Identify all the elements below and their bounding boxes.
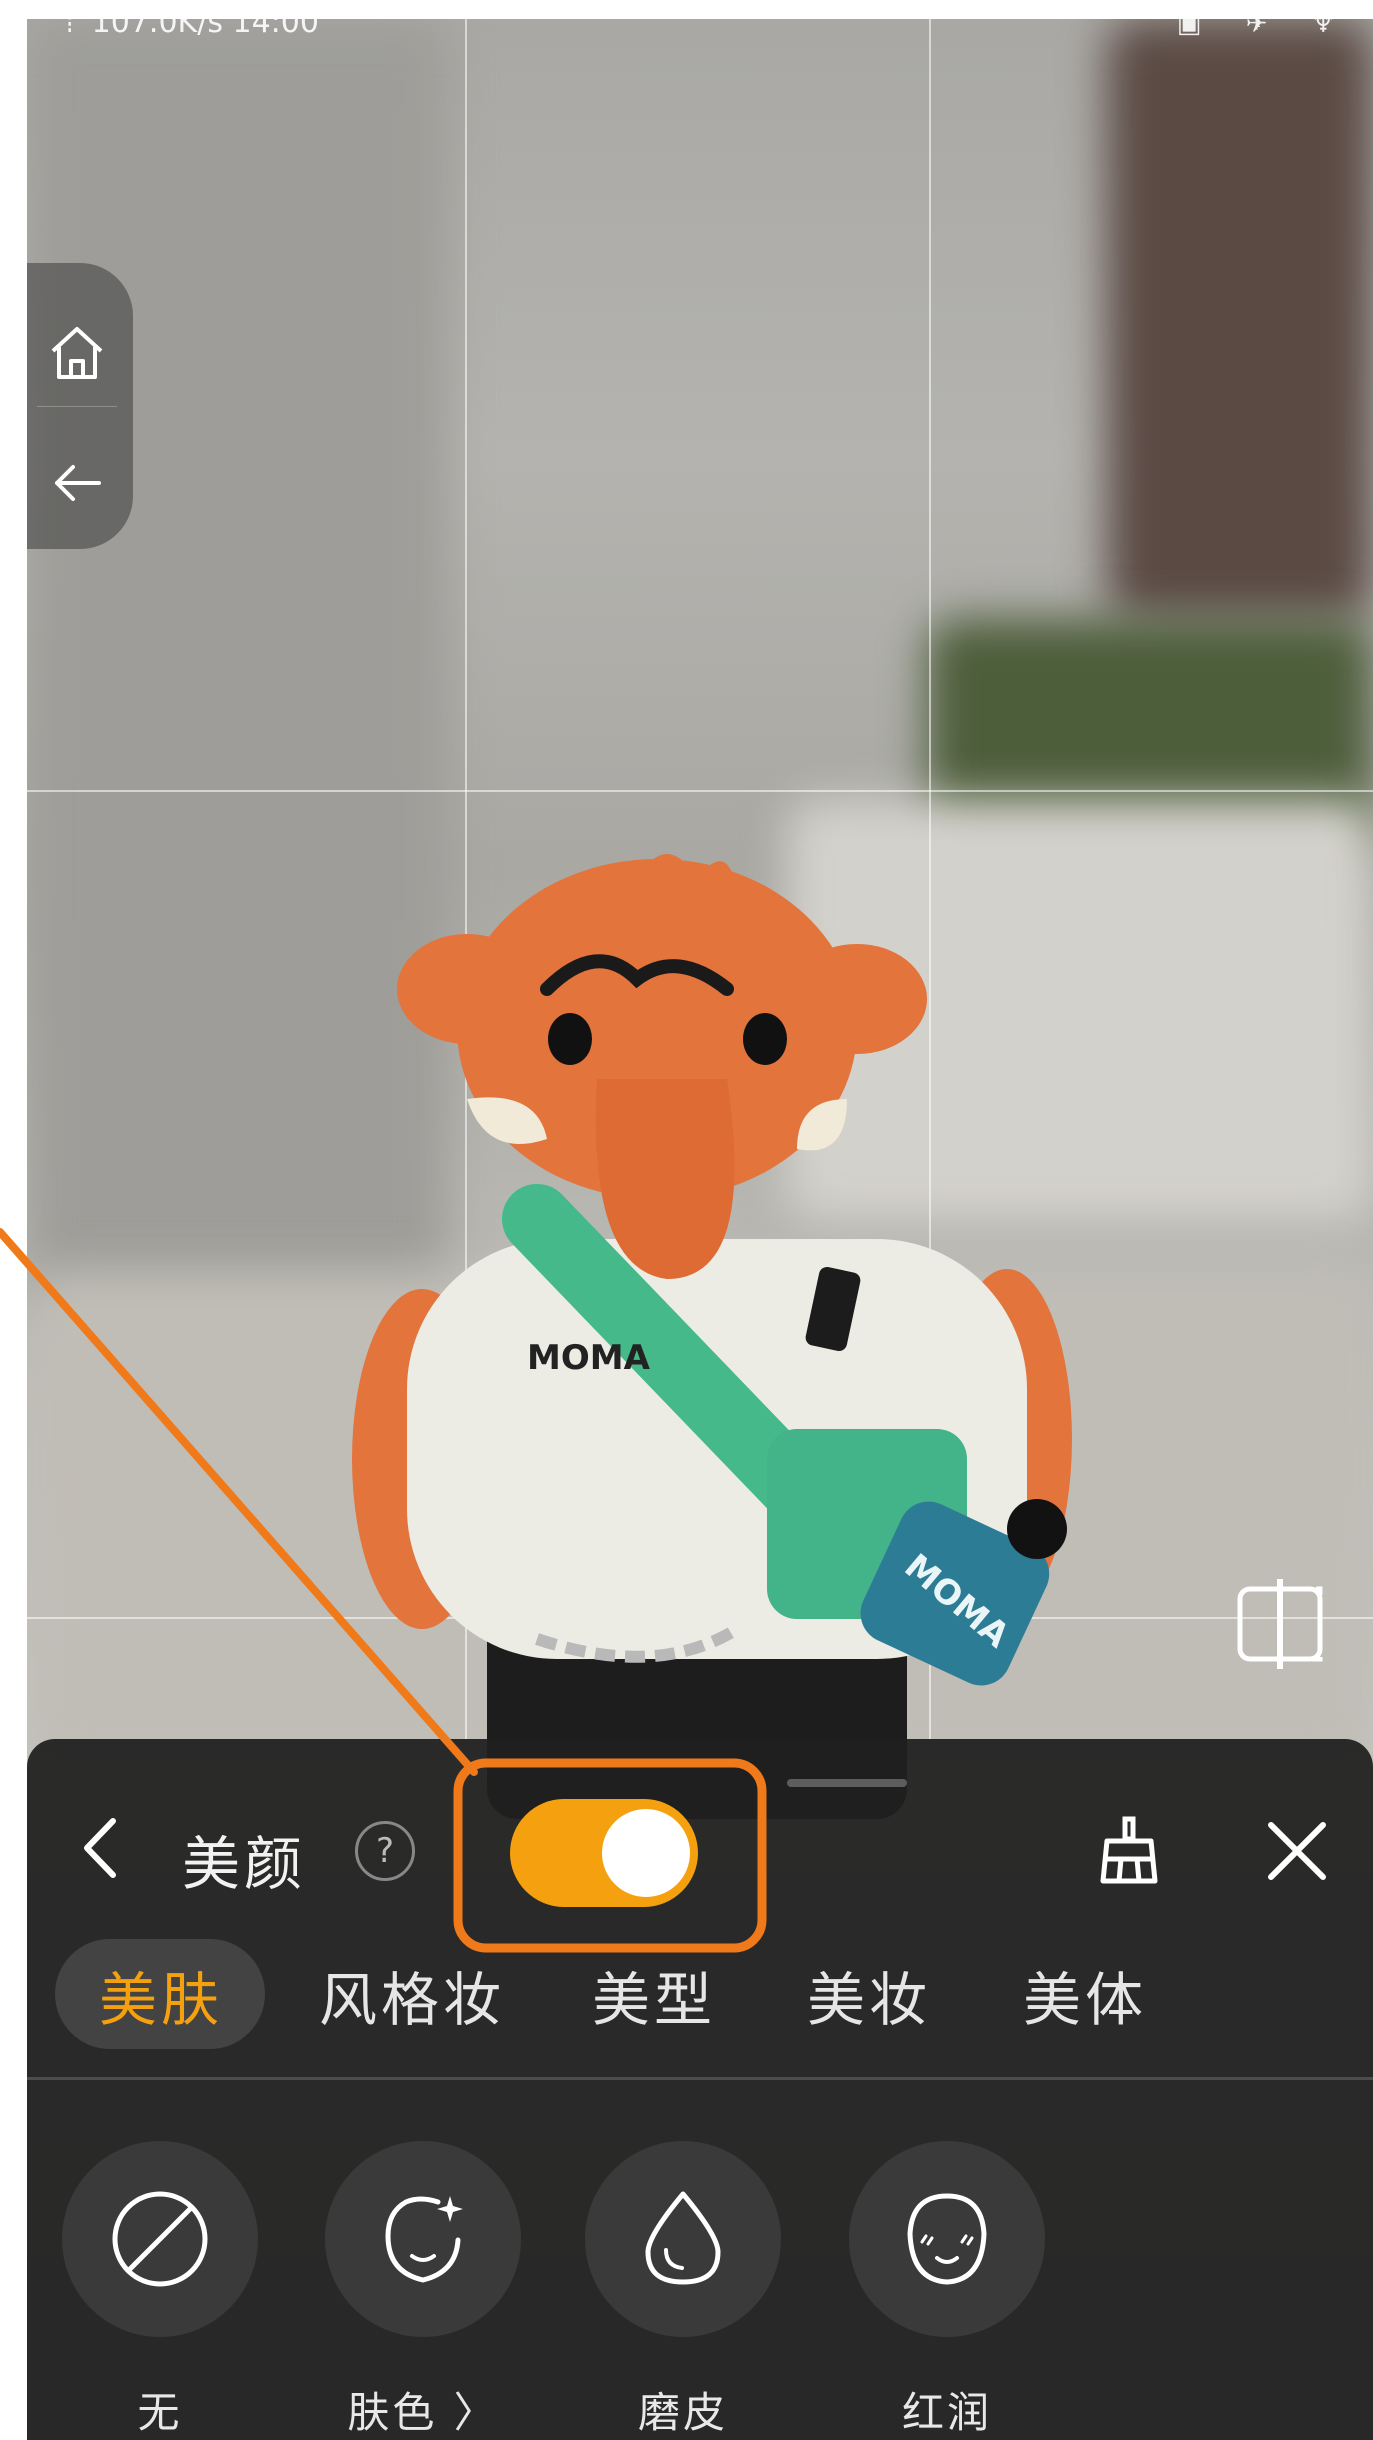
- chevron-left-icon[interactable]: [75, 1813, 125, 1883]
- option-circle: [325, 2141, 521, 2337]
- option-none[interactable]: 无: [62, 2141, 258, 2440]
- option-skin-tone[interactable]: 肤色 〉: [325, 2141, 521, 2440]
- option-label: 红润: [901, 2388, 992, 2437]
- drag-handle[interactable]: [787, 1779, 907, 1787]
- beauty-toggle[interactable]: [510, 1799, 698, 1907]
- smoothing-icon: [645, 2191, 721, 2285]
- skin-tone-icon: [385, 2196, 463, 2283]
- tab-style-makeup[interactable]: 风格妆: [319, 1953, 505, 2037]
- status-right: ▣ ✈ ♆: [1176, 19, 1353, 39]
- grid-line: [27, 790, 1373, 792]
- shirt-logo: MOMA: [527, 1338, 651, 1378]
- close-icon[interactable]: [1257, 1811, 1337, 1891]
- arrow-left-icon: [55, 465, 101, 501]
- panel-title: 美颜: [182, 1830, 307, 1898]
- broom-icon[interactable]: [1089, 1811, 1169, 1891]
- option-circle: [585, 2141, 781, 2337]
- tab-bar: 美肤 风格妆 美型 美妆 美体: [27, 1939, 1373, 2049]
- status-bar: ⇡ 107.0K/s 14:00 ▣ ✈ ♆: [27, 19, 1373, 49]
- option-label: 无: [137, 2388, 183, 2437]
- help-icon[interactable]: ?: [355, 1821, 415, 1881]
- nav-divider: [37, 406, 117, 407]
- option-circle: [62, 2141, 258, 2337]
- toggle-knob: [602, 1809, 690, 1897]
- option-circle: [849, 2141, 1045, 2337]
- home-icon: [51, 327, 103, 379]
- camera-screen: ⇡ 107.0K/s 14:00 ▣ ✈ ♆ MOMA MOMA 美颜 ? 美肤…: [27, 19, 1373, 2440]
- tab-skin[interactable]: 美肤: [99, 1953, 223, 2037]
- none-icon: [112, 2191, 208, 2287]
- tab-body[interactable]: 美体: [1023, 1953, 1147, 2037]
- option-rosy[interactable]: 红润: [849, 2141, 1045, 2440]
- floating-nav: [27, 263, 133, 549]
- option-label: 肤色 〉: [347, 2388, 499, 2437]
- mascot-figure: MOMA MOMA: [352, 854, 1072, 1819]
- tab-face-shape[interactable]: 美型: [592, 1953, 716, 2037]
- tabs-divider: [27, 2077, 1373, 2080]
- home-button[interactable]: [37, 313, 117, 393]
- compare-icon[interactable]: [1232, 1577, 1332, 1677]
- beauty-panel: 美颜 ? 美肤 风格妆 美型 美妆 美体 无 肤色 〉 磨皮 红润: [27, 1739, 1373, 2440]
- option-label: 磨皮: [637, 2388, 728, 2437]
- rosy-icon: [907, 2193, 987, 2285]
- status-left: ⇡ 107.0K/s 14:00: [57, 19, 319, 40]
- back-nav-button[interactable]: [37, 443, 117, 523]
- tab-makeup[interactable]: 美妆: [807, 1953, 931, 2037]
- option-smoothing[interactable]: 磨皮: [585, 2141, 781, 2440]
- background-window: [1107, 19, 1373, 619]
